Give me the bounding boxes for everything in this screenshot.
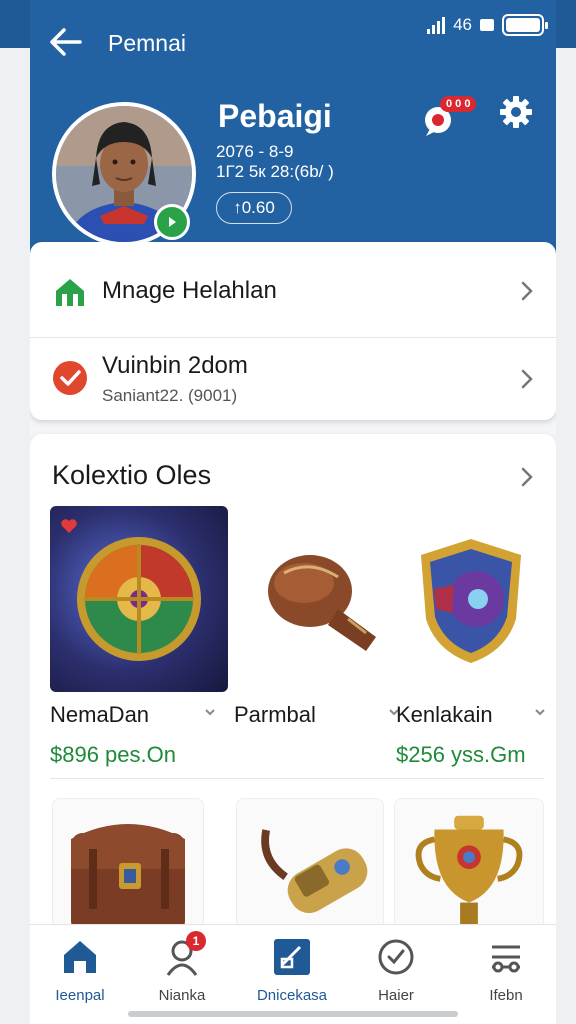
settings-sliders-icon bbox=[484, 935, 528, 979]
status-bar: 46 bbox=[427, 14, 548, 36]
nav-label: Dnicekasa bbox=[256, 987, 328, 1004]
chevron-right-icon bbox=[521, 281, 533, 301]
bottom-navigation: Ieenpal 1 Nianka Dnicekasa Haier Ifebn bbox=[30, 924, 556, 1024]
leather-glove-image bbox=[234, 506, 412, 692]
profile-date: 2076 - 8-9 bbox=[216, 142, 294, 161]
trophy-thumbnail[interactable] bbox=[394, 798, 544, 938]
home-indicator[interactable] bbox=[128, 1011, 458, 1017]
item-name: Parmbal bbox=[234, 702, 316, 727]
profile-level-pill[interactable]: ↑0.60 bbox=[216, 192, 292, 224]
home-icon bbox=[58, 935, 102, 979]
signal-icon bbox=[427, 16, 446, 34]
nav-home[interactable]: Ieenpal bbox=[30, 935, 130, 1004]
menu-row-title: Mnage Helahlan bbox=[102, 277, 277, 304]
clock-icon bbox=[374, 935, 418, 979]
check-circle-icon bbox=[52, 360, 88, 396]
nav-more[interactable]: Ifebn bbox=[456, 935, 556, 1004]
nav-label: Ieenpal bbox=[55, 987, 105, 1004]
collection-item[interactable]: NemaDan $896 pes.On bbox=[50, 506, 228, 767]
menu-row-subtitle: Saniant22. (9001) bbox=[102, 386, 238, 405]
chevron-down-icon[interactable] bbox=[534, 706, 546, 718]
verified-badge-icon bbox=[154, 204, 190, 240]
item-price: $896 pes.On bbox=[50, 742, 176, 767]
profile-icon: 1 bbox=[160, 931, 206, 979]
menu-row-title: Vuinbin 2dom bbox=[102, 352, 248, 379]
chevron-down-icon[interactable] bbox=[204, 706, 216, 718]
chevron-right-icon bbox=[521, 369, 533, 389]
chevron-right-icon[interactable] bbox=[520, 466, 534, 488]
bag-thumbnail[interactable] bbox=[52, 798, 204, 938]
menu-card: Mnage Helahlan Vuinbin 2dom Saniant22. (… bbox=[30, 242, 556, 420]
item-name: Kenlakain bbox=[396, 702, 493, 727]
messages-button[interactable]: 0 0 0 bbox=[422, 96, 482, 138]
nav-profile[interactable]: 1 Nianka bbox=[132, 931, 232, 1004]
home-icon bbox=[52, 274, 88, 310]
nav-history[interactable]: Haier bbox=[346, 935, 446, 1004]
profile-name: Pebaigi bbox=[218, 98, 332, 134]
menu-row-manage[interactable]: Mnage Helahlan bbox=[30, 242, 556, 337]
menu-row-vuinbin[interactable]: Vuinbin 2dom Saniant22. (9001) bbox=[30, 338, 556, 420]
card-icon bbox=[270, 935, 314, 979]
app-screen: 46 Pemnai Pebaigi 2076 - 8-9 1Г2 5к 28:(… bbox=[30, 0, 556, 1024]
profile-stats: 1Г2 5к 28:(6b/ ) bbox=[216, 162, 334, 181]
settings-button[interactable] bbox=[498, 94, 534, 130]
item-name: NemaDan bbox=[50, 702, 150, 727]
spyglass-thumbnail[interactable] bbox=[236, 798, 384, 938]
avatar[interactable] bbox=[52, 102, 196, 246]
shield-emblem-image bbox=[50, 506, 228, 692]
status-time: 46 bbox=[453, 15, 472, 34]
notification-icon bbox=[480, 19, 494, 31]
notification-badge: 1 bbox=[186, 931, 206, 951]
collection-item[interactable]: Parmbal bbox=[234, 506, 412, 727]
section-title: Kolextio Oles bbox=[52, 460, 212, 490]
nav-label: Ifebn bbox=[489, 987, 523, 1004]
gear-icon bbox=[500, 96, 532, 128]
item-price: $256 yss.Gm bbox=[396, 742, 526, 767]
nav-label: Nianka bbox=[158, 987, 206, 1004]
back-arrow-icon bbox=[50, 28, 82, 56]
message-count-badge: 0 0 0 bbox=[440, 96, 477, 112]
nav-label: Haier bbox=[378, 987, 414, 1004]
back-button[interactable] bbox=[44, 22, 88, 62]
battery-icon bbox=[502, 14, 548, 36]
collection-item[interactable]: Kenlakain $256 yss.Gm bbox=[396, 506, 546, 767]
page-title: Pemnai bbox=[108, 30, 186, 56]
purple-shield-image bbox=[396, 506, 546, 692]
nav-cards[interactable]: Dnicekasa bbox=[242, 935, 342, 1004]
divider bbox=[50, 778, 544, 779]
heart-icon bbox=[61, 519, 77, 533]
